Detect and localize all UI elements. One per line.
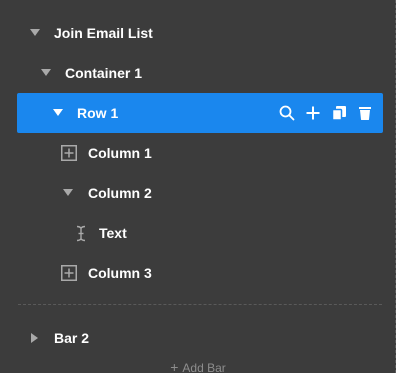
- tree-item-label: Join Email List: [54, 25, 153, 41]
- expand-box-icon[interactable]: [61, 145, 77, 161]
- tree-item-bar-2[interactable]: Bar 2: [0, 318, 396, 358]
- tree-item-container-1[interactable]: Container 1: [0, 53, 396, 93]
- caret-down-icon[interactable]: [53, 109, 63, 116]
- row-actions: [279, 93, 373, 133]
- caret-down-icon[interactable]: [41, 69, 51, 76]
- delete-icon[interactable]: [357, 105, 373, 121]
- tree-item-label: Column 1: [88, 145, 152, 161]
- add-bar-label: Add Bar: [182, 361, 226, 373]
- expand-box-icon[interactable]: [61, 265, 77, 281]
- caret-down-icon[interactable]: [63, 189, 73, 196]
- caret-down-icon[interactable]: [30, 29, 40, 36]
- tree-item-text[interactable]: Text: [0, 213, 396, 253]
- add-bar-button[interactable]: + Add Bar: [0, 359, 396, 373]
- tree-item-label: Container 1: [65, 65, 143, 81]
- text-cursor-icon: [75, 225, 87, 245]
- tree-item-label: Row 1: [77, 105, 119, 121]
- plus-icon: +: [170, 359, 179, 373]
- section-divider: [18, 304, 382, 305]
- tree-item-label: Text: [99, 225, 127, 241]
- search-icon[interactable]: [279, 105, 295, 121]
- tree-item-label: Column 3: [88, 265, 152, 281]
- tree-item-column-2[interactable]: Column 2: [0, 173, 396, 213]
- tree-item-column-1[interactable]: Column 1: [0, 133, 396, 173]
- tree-item-label: Column 2: [88, 185, 152, 201]
- tree-item-column-3[interactable]: Column 3: [0, 253, 396, 293]
- duplicate-icon[interactable]: [331, 105, 347, 121]
- caret-right-icon[interactable]: [31, 333, 38, 343]
- plus-icon[interactable]: [305, 105, 321, 121]
- tree-item-join-email-list[interactable]: Join Email List: [0, 13, 396, 53]
- tree-item-label: Bar 2: [54, 330, 90, 346]
- layers-panel: Join Email List Container 1 Row 1 Column…: [0, 0, 396, 373]
- tree-item-row-1[interactable]: Row 1: [17, 93, 383, 133]
